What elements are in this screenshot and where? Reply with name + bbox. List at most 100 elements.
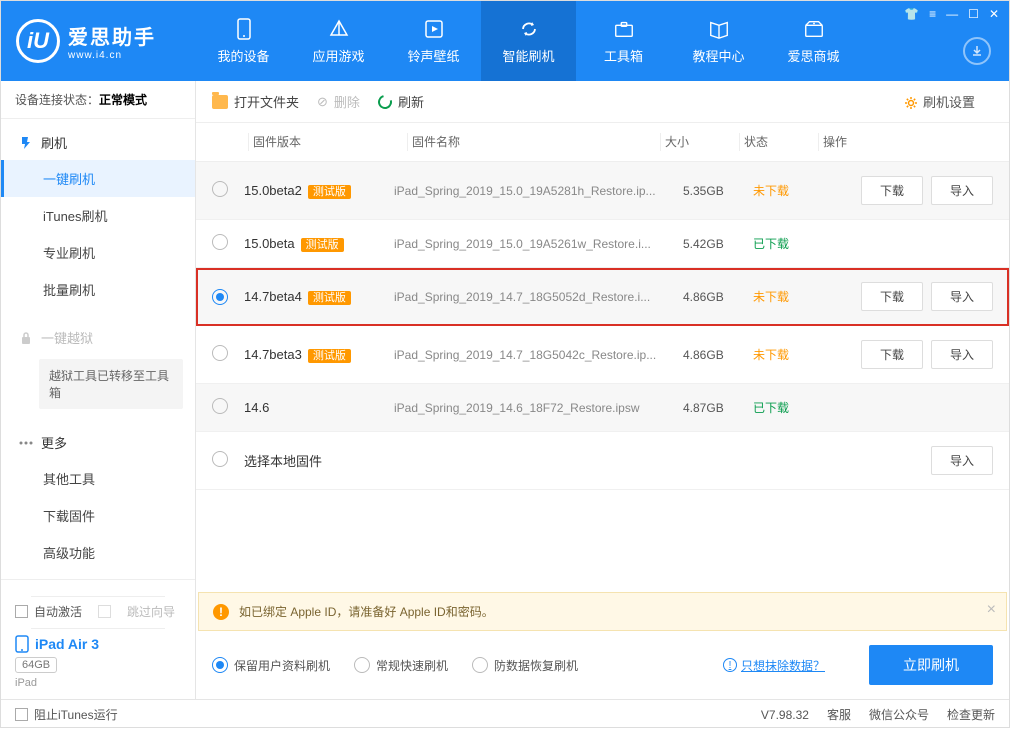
row-size: 5.42GB — [683, 237, 753, 251]
row-action-button[interactable]: 下载 — [861, 340, 923, 369]
row-status: 未下载 — [753, 182, 823, 199]
sidebar-flash-3[interactable]: 批量刷机 — [1, 271, 195, 308]
nav-2[interactable]: 铃声壁纸 — [386, 1, 481, 81]
row-radio[interactable] — [212, 181, 228, 197]
nav-4[interactable]: 工具箱 — [576, 1, 671, 81]
firmware-row[interactable]: 14.6 iPad_Spring_2019_14.6_18F72_Restore.… — [196, 384, 1009, 432]
minimize-icon[interactable]: — — [946, 7, 958, 21]
auto-activate-label: 自动激活 — [34, 603, 82, 620]
device-name[interactable]: iPad Air 3 — [15, 635, 181, 653]
row-radio[interactable] — [212, 289, 228, 305]
row-radio[interactable] — [212, 451, 228, 467]
row-status: 未下载 — [753, 346, 823, 363]
firmware-row[interactable]: 15.0beta 测试版 iPad_Spring_2019_15.0_19A5261… — [196, 220, 1009, 268]
firmware-row[interactable]: 选择本地固件 导入 — [196, 432, 1009, 490]
row-action-button[interactable]: 导入 — [931, 176, 993, 205]
row-action-button[interactable]: 下载 — [861, 282, 923, 311]
row-action-button[interactable]: 导入 — [931, 282, 993, 311]
apple-id-alert: ! 如已绑定 Apple ID，请准备好 Apple ID和密码。 × — [198, 592, 1007, 631]
row-radio[interactable] — [212, 345, 228, 361]
nav-0[interactable]: 我的设备 — [196, 1, 291, 81]
nav-icon-2 — [423, 18, 445, 40]
device-model: iPad — [15, 677, 181, 689]
flash-now-button[interactable]: 立即刷机 — [869, 645, 993, 685]
firmware-row[interactable]: 14.7beta4测试版iPad_Spring_2019_14.7_18G505… — [196, 268, 1009, 326]
row-filename: iPad_Spring_2019_14.7_18G5042c_Restore.i… — [394, 348, 683, 362]
nav-1[interactable]: 应用游戏 — [291, 1, 386, 81]
lock-icon — [19, 331, 33, 345]
row-action-button[interactable]: 导入 — [931, 446, 993, 475]
flash-settings-button[interactable]: 刷机设置 — [903, 92, 975, 111]
sidebar-head-flash[interactable]: 刷机 — [1, 125, 195, 160]
option-keep-data[interactable]: 保留用户资料刷机 — [212, 657, 330, 674]
nav-3[interactable]: 智能刷机 — [481, 1, 576, 81]
maximize-icon[interactable]: ☐ — [968, 7, 979, 21]
sidebar-head-more[interactable]: 更多 — [1, 425, 195, 460]
beta-badge: 测试版 — [301, 238, 344, 252]
close-icon[interactable]: ✕ — [989, 7, 999, 21]
row-filename: iPad_Spring_2019_15.0_19A5261w_Restore.i… — [394, 237, 683, 251]
row-radio[interactable] — [212, 398, 228, 414]
menu-icon[interactable]: ≡ — [929, 7, 936, 21]
check-update-link[interactable]: 检查更新 — [947, 706, 995, 723]
row-version: 15.0beta2 — [244, 183, 302, 198]
delete-icon: ⊘ — [317, 94, 328, 110]
nav-icon-3 — [518, 18, 540, 40]
nav-icon-0 — [233, 18, 255, 40]
alert-close-icon[interactable]: × — [987, 601, 996, 619]
row-radio[interactable] — [212, 234, 228, 250]
sidebar-flash-0[interactable]: 一键刷机 — [1, 160, 195, 197]
refresh-icon — [375, 92, 394, 111]
open-folder-button[interactable]: 打开文件夹 — [212, 92, 299, 111]
th-ops: 操作 — [823, 133, 993, 151]
row-version: 14.7beta4 — [244, 289, 302, 304]
row-status: 已下载 — [753, 399, 823, 416]
row-size: 4.86GB — [683, 290, 753, 304]
row-version: 15.0beta — [244, 236, 295, 251]
row-action-button[interactable]: 下载 — [861, 176, 923, 205]
download-circle-icon[interactable] — [963, 37, 991, 65]
sidebar-more-1[interactable]: 下载固件 — [1, 497, 195, 534]
beta-badge: 测试版 — [308, 349, 351, 363]
firmware-row[interactable]: 14.7beta3 测试版 iPad_Spring_2019_14.7_18G504… — [196, 326, 1009, 384]
th-version: 固件版本 — [253, 133, 403, 151]
sidebar-more-0[interactable]: 其他工具 — [1, 460, 195, 497]
tablet-icon — [15, 635, 29, 653]
device-storage: 64GB — [15, 657, 57, 673]
row-filename: iPad_Spring_2019_15.0_19A5281h_Restore.i… — [394, 184, 683, 198]
more-icon — [19, 436, 33, 450]
nav-5[interactable]: 教程中心 — [671, 1, 766, 81]
nav-icon-1 — [328, 18, 350, 40]
shirt-icon[interactable]: 👕 — [904, 7, 919, 21]
option-anti-recovery[interactable]: 防数据恢复刷机 — [472, 657, 578, 674]
row-action-button[interactable]: 导入 — [931, 340, 993, 369]
nav-icon-5 — [708, 18, 730, 40]
wechat-link[interactable]: 微信公众号 — [869, 706, 929, 723]
row-version: 14.7beta3 — [244, 347, 302, 362]
row-filename: iPad_Spring_2019_14.6_18F72_Restore.ipsw — [394, 401, 683, 415]
row-version: 14.6 — [244, 400, 269, 415]
erase-data-link[interactable]: ! 只想抹除数据？ — [723, 657, 825, 674]
sidebar-flash-1[interactable]: iTunes刷机 — [1, 197, 195, 234]
skip-guide-checkbox[interactable] — [98, 605, 111, 618]
beta-badge: 测试版 — [308, 185, 351, 199]
row-status: 未下载 — [753, 288, 823, 305]
gear-icon — [903, 95, 917, 109]
option-quick-flash[interactable]: 常规快速刷机 — [354, 657, 448, 674]
logo-icon: iU — [16, 19, 60, 63]
delete-button: ⊘ 删除 — [317, 92, 360, 111]
row-version: 选择本地固件 — [244, 454, 322, 469]
nav-6[interactable]: 爱思商城 — [766, 1, 861, 81]
customer-service-link[interactable]: 客服 — [827, 706, 851, 723]
th-size: 大小 — [665, 133, 735, 151]
sidebar-flash-2[interactable]: 专业刷机 — [1, 234, 195, 271]
sidebar-head-jailbreak: 一键越狱 — [1, 320, 195, 355]
refresh-button[interactable]: 刷新 — [378, 92, 424, 111]
firmware-row[interactable]: 15.0beta2 测试版 iPad_Spring_2019_15.0_19A528… — [196, 162, 1009, 220]
block-itunes-checkbox[interactable] — [15, 708, 28, 721]
auto-activate-checkbox[interactable] — [15, 605, 28, 618]
th-status: 状态 — [744, 133, 814, 151]
sidebar-jailbreak-note: 越狱工具已转移至工具箱 — [39, 359, 183, 409]
warning-icon: ! — [213, 604, 229, 620]
sidebar-more-2[interactable]: 高级功能 — [1, 534, 195, 571]
